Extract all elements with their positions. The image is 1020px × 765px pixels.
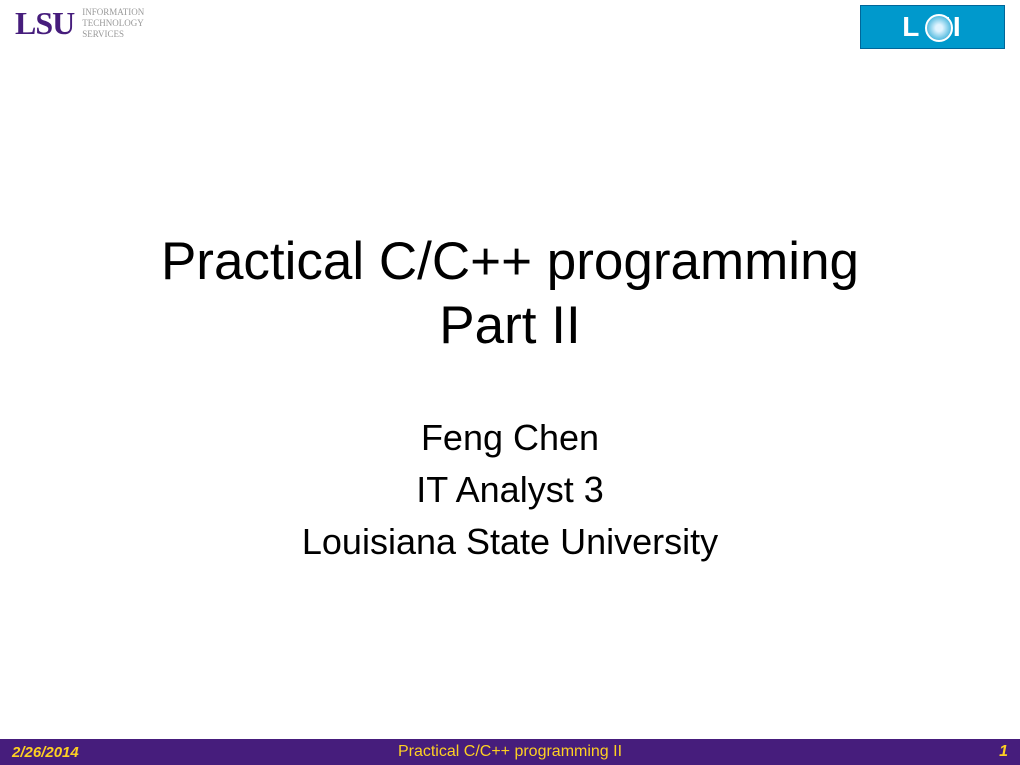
- slide-header: LSU INFORMATION TECHNOLOGY SERVICES L NI: [0, 0, 1020, 50]
- author-org: Louisiana State University: [0, 521, 1020, 563]
- lsu-subtitle-line2: TECHNOLOGY: [82, 18, 144, 29]
- footer-title: Practical C/C++ programming II: [398, 743, 622, 761]
- loni-logo: L NI: [860, 5, 1005, 49]
- footer-date: 2/26/2014: [12, 744, 79, 761]
- author-role: IT Analyst 3: [0, 469, 1020, 511]
- slide-content: Practical C/C++ programming Part II Feng…: [0, 230, 1020, 563]
- lsu-logo: LSU INFORMATION TECHNOLOGY SERVICES: [15, 5, 144, 42]
- slide-footer: 2/26/2014 Practical C/C++ programming II…: [0, 739, 1020, 765]
- footer-page: 1: [999, 743, 1008, 761]
- lsu-subtitle-line1: INFORMATION: [82, 7, 144, 18]
- title-line1: Practical C/C++ programming: [0, 230, 1020, 294]
- lsu-logo-text: LSU: [15, 5, 74, 42]
- author-name: Feng Chen: [0, 417, 1020, 459]
- loni-circle-icon: [925, 14, 953, 42]
- main-title: Practical C/C++ programming Part II: [0, 230, 1020, 357]
- lsu-subtitle: INFORMATION TECHNOLOGY SERVICES: [82, 7, 144, 39]
- title-line2: Part II: [0, 294, 1020, 358]
- lsu-subtitle-line3: SERVICES: [82, 29, 144, 40]
